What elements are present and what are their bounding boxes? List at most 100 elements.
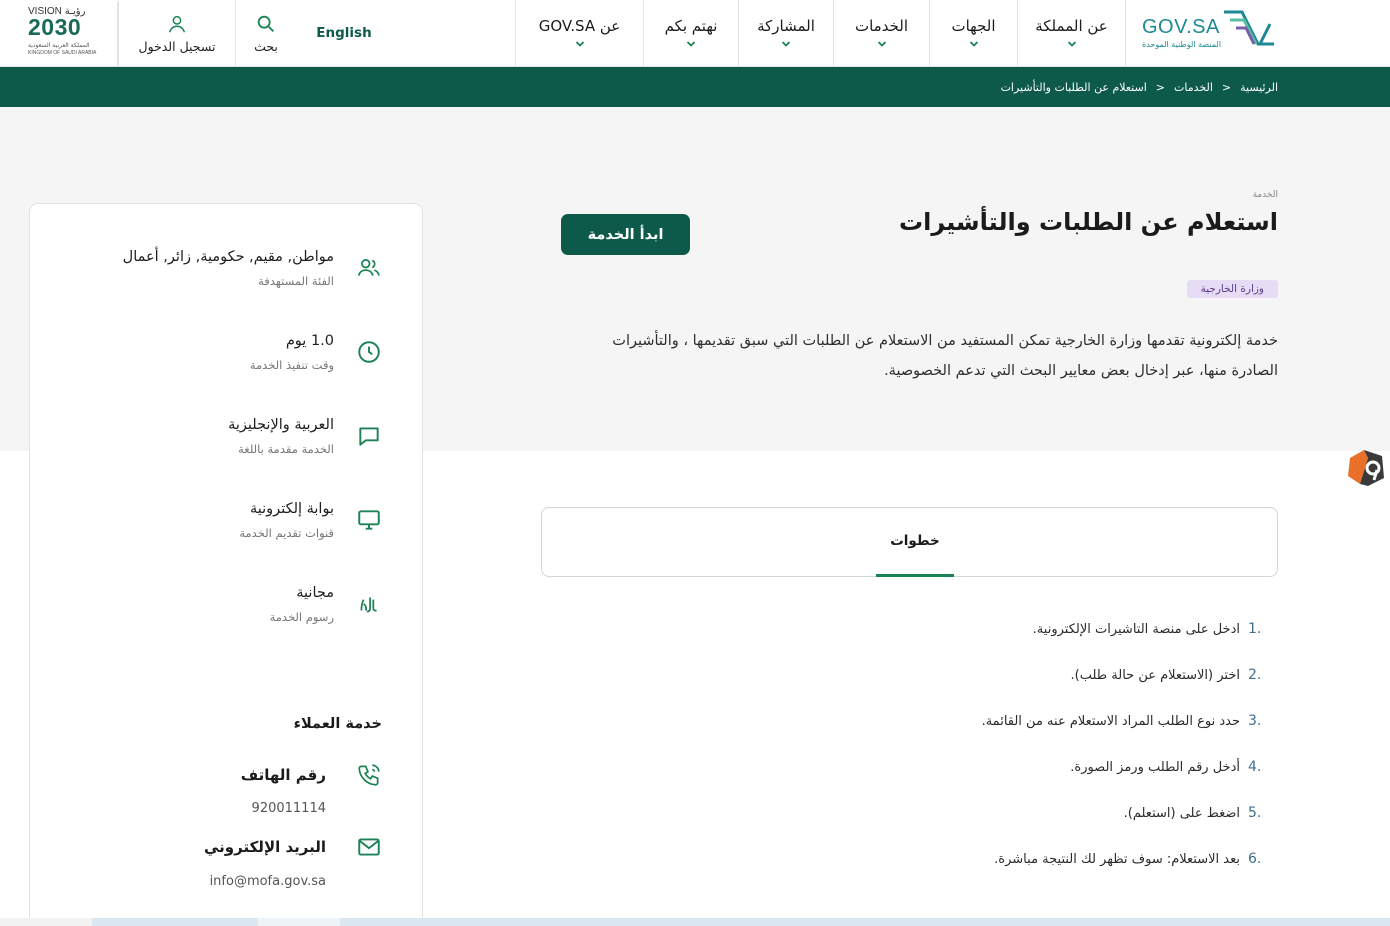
agency-badge[interactable]: وزارة الخارجية [1186,280,1278,298]
logo-text: GOV.SA [1142,16,1220,38]
detail-value: مواطن, مقيم, حكومية, زائر, أعمال [122,249,334,265]
breadcrumb-bar: الرئيسية > الخدمات > استعلام عن الطلبات … [0,67,1390,107]
page-bottom-strip [0,918,1390,926]
step-item: 1. ادخل على منصة التاشيرات الإلكترونية. [580,606,1280,652]
nav-item-services[interactable]: الخدمات [833,0,929,66]
chevron-down-icon [575,41,584,47]
chevron-down-icon [781,41,791,47]
strip-segment [258,918,340,926]
site-header: VISION رؤيـة 2030 المملكة العربية السعود… [0,0,1390,67]
logo-subtitle: المنصة الوطنية الموحدة [1142,40,1222,49]
breadcrumb-services[interactable]: الخدمات [1174,81,1213,94]
step-text: اختر (الاستعلام عن حالة طلب). [1070,667,1240,683]
govsa-mark-icon [1224,10,1274,46]
detail-fees: مجانية رسوم الخدمة [270,585,334,624]
email-label: البريد الإلكتروني [204,838,326,856]
phone-label: رقم الهاتف [240,766,326,784]
tabs: خطوات [541,507,1278,577]
service-description: خدمة إلكترونية تقدمها وزارة الخارجية تمك… [612,333,1278,379]
users-icon [357,259,380,276]
detail-label: الخدمة مقدمة باللغة [238,442,334,456]
step-text: أدخل رقم الطلب ورمز الصورة. [1070,759,1240,775]
tab-steps[interactable]: خطوات [876,508,954,577]
login-button[interactable]: تسجيل الدخول [118,0,235,66]
step-number: 6. [1248,851,1262,867]
vision-year: 2030 [28,14,82,40]
nav-label: عن GOV.SA [538,17,621,35]
detail-label: وقت تنفيذ الخدمة [249,358,334,372]
chevron-down-icon [1067,41,1076,47]
step-item: 4. أدخل رقم الطلب ورمز الصورة. [580,744,1280,790]
vision-arabic-text: المملكة العربية السعودية [28,42,90,49]
breadcrumb-separator: > [1221,80,1232,94]
nav-label: المشاركة [757,17,815,35]
search-button[interactable]: بحث [235,0,296,66]
step-number: 2. [1248,667,1262,683]
customer-service-title: خدمة العملاء [293,716,382,732]
nav-item-we-care[interactable]: نهتم بكم [643,0,738,66]
breadcrumb-separator: > [1155,80,1165,94]
detail-value: بوابة إلكترونية [250,501,334,517]
step-item: 2. اختر (الاستعلام عن حالة طلب). [580,652,1280,698]
detail-audience: مواطن, مقيم, حكومية, زائر, أعمال الفئة ا… [123,249,334,288]
strip-segment [0,918,92,926]
detail-channel: بوابة إلكترونية قنوات تقديم الخدمة [239,501,334,540]
floating-assistant-icon[interactable] [1346,448,1386,488]
phone-number[interactable]: 920011114 [252,801,326,816]
start-service-button[interactable]: ابدأ الخدمة [561,214,690,255]
page: VISION رؤيـة 2030 المملكة العربية السعود… [0,0,1390,926]
monitor-icon [358,510,380,530]
govsa-logo[interactable]: GOV.SA المنصة الوطنية الموحدة [1126,4,1390,62]
nav-item-agencies[interactable]: الجهات [929,0,1017,66]
phone-icon [358,764,380,786]
riyal-icon [360,597,377,613]
service-tag: الخدمة [1252,190,1278,200]
detail-duration: 1.0 يوم وقت تنفيذ الخدمة [250,333,334,372]
step-number: 1. [1248,621,1262,637]
nav-item-about-kingdom[interactable]: عن المملكة [1017,0,1126,66]
page-title: استعلام عن الطلبات والتأشيرات [898,208,1278,236]
detail-label: الفئة المستهدفة [258,274,334,288]
detail-value: العربية والإنجليزية [228,417,334,433]
step-text: حدد نوع الطلب المراد الاستعلام عنه من ال… [981,713,1240,729]
search-icon [257,15,274,32]
nav-item-about-govsa[interactable]: عن GOV.SA [515,0,643,66]
step-text: بعد الاستعلام: سوف تظهر لك النتيجة مباشر… [994,851,1240,867]
step-item: 6. بعد الاستعلام: سوف تظهر لك النتيجة مب… [580,836,1280,882]
detail-label: قنوات تقديم الخدمة [239,526,334,540]
nav-label: نهتم بكم [664,17,718,35]
step-text: اضغط على (استعلم). [1123,805,1240,821]
mail-icon [358,838,380,856]
step-number: 4. [1248,759,1262,775]
breadcrumb-current: استعلام عن الطلبات والتأشيرات [1000,80,1147,94]
breadcrumb: الرئيسية > الخدمات > استعلام عن الطلبات … [1001,67,1278,107]
detail-value: 1.0 يوم [285,333,334,349]
search-label: بحث [254,38,278,54]
clock-icon [358,341,380,363]
nav-label: الخدمات [854,17,909,35]
language-switch[interactable]: English [296,0,392,66]
detail-value: مجانية [296,585,334,601]
step-item: 3. حدد نوع الطلب المراد الاستعلام عنه من… [580,698,1280,744]
breadcrumb-home[interactable]: الرئيسية [1240,81,1278,94]
detail-label: رسوم الخدمة [269,610,334,624]
nav-item-participation[interactable]: المشاركة [738,0,833,66]
user-icon [168,15,186,32]
service-details-card: مواطن, مقيم, حكومية, زائر, أعمال الفئة ا… [29,203,423,926]
vision-english-text: KINGDOM OF SAUDI ARABIA [28,50,97,56]
chat-icon [359,427,379,446]
step-text: ادخل على منصة التاشيرات الإلكترونية. [1032,621,1240,637]
email-address[interactable]: info@mofa.gov.sa [210,874,326,889]
chevron-down-icon [877,41,886,47]
steps-list: 1. ادخل على منصة التاشيرات الإلكترونية. … [580,606,1280,882]
detail-language: العربية والإنجليزية الخدمة مقدمة باللغة [228,417,334,456]
step-number: 3. [1248,713,1262,729]
vision-2030-logo[interactable]: VISION رؤيـة 2030 المملكة العربية السعود… [0,2,118,66]
login-label: تسجيل الدخول [138,38,216,54]
nav-label: الجهات [951,17,996,35]
step-item: 5. اضغط على (استعلم). [580,790,1280,836]
step-number: 5. [1248,805,1262,821]
chevron-down-icon [686,41,696,47]
nav-label: عن المملكة [1035,17,1108,35]
chevron-down-icon [969,41,978,47]
